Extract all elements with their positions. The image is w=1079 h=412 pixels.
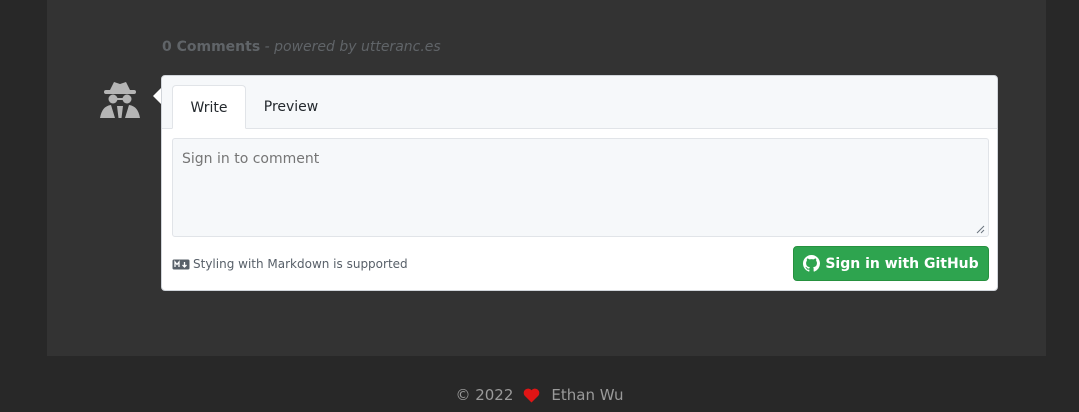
copyright-text: © 2022: [455, 386, 514, 404]
incognito-user-icon: [100, 82, 140, 118]
comment-count-header: 0 Comments - powered by utteranc.es: [162, 39, 441, 55]
tab-preview[interactable]: Preview: [256, 85, 326, 129]
powered-by-link[interactable]: - powered by utteranc.es: [260, 39, 441, 55]
card-pointer: [153, 88, 161, 104]
anonymous-avatar: [98, 80, 142, 120]
editor-tabbar: Write Preview: [162, 76, 997, 129]
comment-count: 0 Comments: [162, 39, 261, 55]
site-footer: © 2022 Ethan Wu: [0, 384, 1079, 406]
heart-icon: [524, 388, 540, 402]
comment-editor-card: Write Preview Styling with Markdown is s…: [161, 75, 998, 291]
resize-grip-icon[interactable]: [975, 224, 985, 234]
author-name[interactable]: Ethan Wu: [551, 386, 623, 404]
comment-textarea[interactable]: [172, 138, 989, 237]
tab-write[interactable]: Write: [172, 85, 246, 129]
sign-in-with-github-button[interactable]: Sign in with GitHub: [793, 246, 989, 281]
sign-in-button-label: Sign in with GitHub: [825, 255, 979, 272]
markdown-note-label: Styling with Markdown is supported: [193, 257, 408, 271]
markdown-note[interactable]: Styling with Markdown is supported: [172, 256, 408, 272]
github-icon: [803, 255, 821, 272]
markdown-icon: [172, 259, 190, 269]
